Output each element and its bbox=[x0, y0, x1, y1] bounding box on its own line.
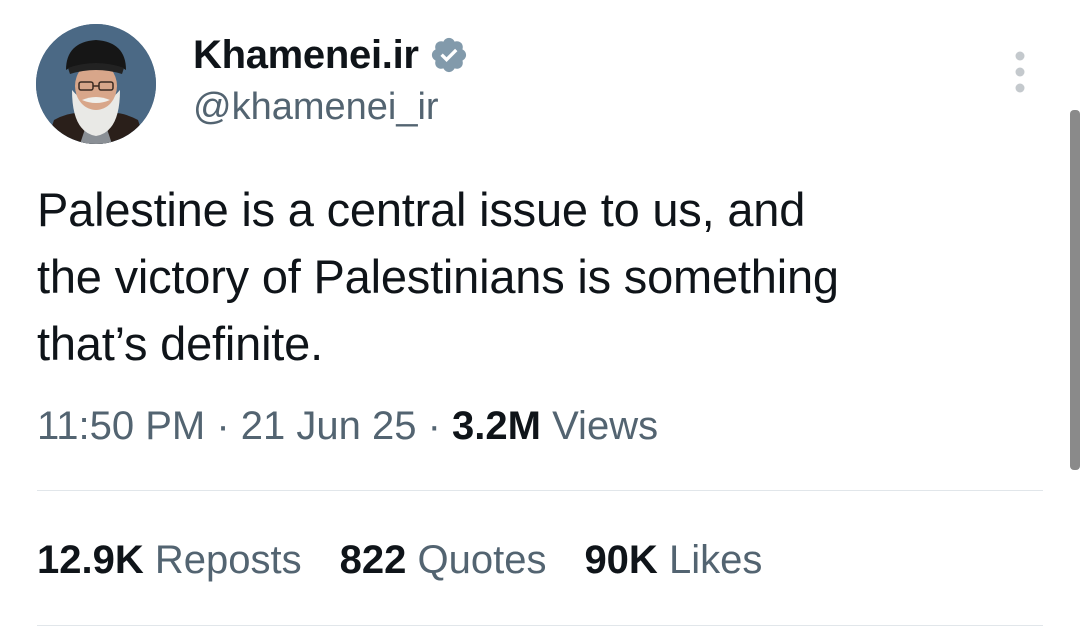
meta-separator: · bbox=[416, 404, 453, 448]
tweet-time[interactable]: 11:50 PM bbox=[37, 404, 205, 448]
author-name-row: Khamenei.ir bbox=[193, 30, 469, 80]
user-handle[interactable]: @khamenei_ir bbox=[193, 86, 439, 129]
divider bbox=[37, 625, 1043, 626]
quotes-count: 822 bbox=[339, 538, 407, 582]
display-name[interactable]: Khamenei.ir bbox=[193, 33, 419, 78]
divider bbox=[37, 490, 1043, 491]
more-vertical-icon[interactable] bbox=[1008, 50, 1032, 94]
quotes-label: Quotes bbox=[406, 538, 547, 582]
reposts-count: 12.9K bbox=[37, 538, 144, 582]
meta-separator: · bbox=[205, 404, 241, 448]
tweet-text: Palestine is a central issue to us, and … bbox=[37, 176, 1037, 377]
tweet-text-line: Palestine is a central issue to us, and bbox=[37, 183, 806, 236]
engagement-stats: 12.9K Reposts 822 Quotes 90K Likes bbox=[37, 538, 800, 583]
views-count: 3.2M bbox=[452, 404, 541, 448]
tweet-text-line: that’s definite. bbox=[37, 317, 323, 370]
views-label: Views bbox=[540, 404, 659, 448]
quotes-stat[interactable]: 822 Quotes bbox=[340, 538, 547, 583]
likes-stat[interactable]: 90K Likes bbox=[584, 538, 762, 583]
verified-badge-icon[interactable] bbox=[429, 35, 469, 75]
avatar[interactable] bbox=[36, 24, 156, 144]
scrollbar[interactable] bbox=[1070, 110, 1080, 470]
tweet-card: Khamenei.ir @khamenei_ir Palestine is a … bbox=[0, 0, 1080, 628]
tweet-meta: 11:50 PM · 21 Jun 25 · 3.2M Views bbox=[37, 404, 658, 449]
reposts-stat[interactable]: 12.9K Reposts bbox=[37, 538, 302, 583]
tweet-date[interactable]: 21 Jun 25 bbox=[241, 404, 417, 448]
tweet-text-line: the victory of Palestinians is something bbox=[37, 250, 839, 303]
avatar-portrait-icon bbox=[36, 24, 156, 144]
reposts-label: Reposts bbox=[143, 538, 302, 582]
likes-count: 90K bbox=[584, 538, 658, 582]
likes-label: Likes bbox=[657, 538, 763, 582]
